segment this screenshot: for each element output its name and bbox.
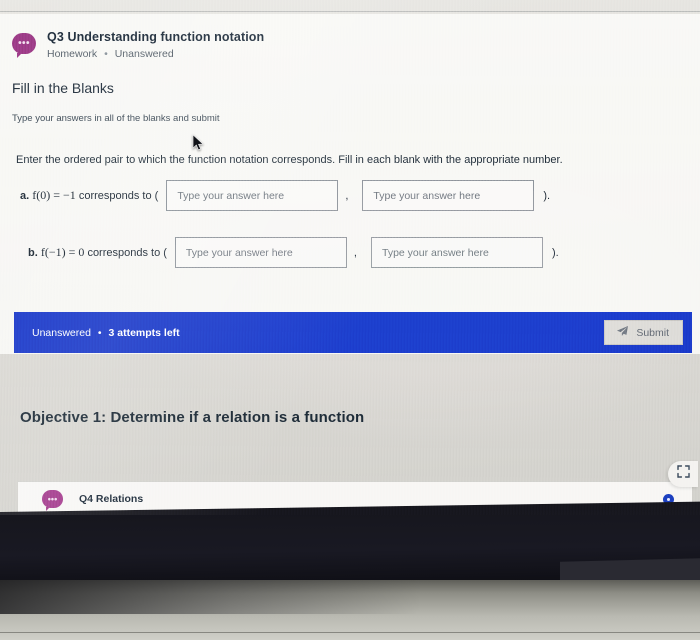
next-question-title: Q4 Relations <box>79 492 144 505</box>
row-b-marker: b. <box>28 247 38 259</box>
mouse-arrow-cursor <box>192 134 205 157</box>
screen-surface: ••• Q3 Understanding function notation H… <box>0 0 700 515</box>
paper-plane-icon <box>616 324 629 342</box>
objective-heading: Objective 1: Determine if a relation is … <box>20 409 365 426</box>
question-type-heading: Fill in the Blanks <box>12 80 114 96</box>
blank-row: b. f(−1) = 0 corresponds to ( , ). <box>28 237 700 268</box>
fullscreen-expand-icon <box>676 465 690 483</box>
row-a-connector: corresponds to ( <box>78 190 159 202</box>
answer-input-a1[interactable] <box>166 180 339 211</box>
answer-input-b2[interactable] <box>370 237 543 268</box>
row-b-connector: corresponds to ( <box>87 247 167 259</box>
submit-label: Submit <box>636 326 669 339</box>
row-a-notation: f(0) = −1 <box>32 188 76 202</box>
question-card: ••• Q3 Understanding function notation H… <box>0 14 700 354</box>
row-b-close: ). <box>551 246 559 259</box>
row-a-label: a. f(0) = −1 corresponds to ( <box>20 188 158 203</box>
row-a-marker: a. <box>20 190 30 202</box>
desk-shadow <box>0 580 420 614</box>
top-divider <box>0 11 700 12</box>
status-text: Unanswered • 3 attempts left <box>32 327 180 339</box>
speech-bubble-ellipsis-icon: ••• <box>42 489 63 511</box>
row-a-close: ). <box>543 189 551 202</box>
row-b-notation: f(−1) = 0 <box>40 245 85 259</box>
row-a-separator: , <box>345 189 349 202</box>
speech-bubble-ellipsis-icon: ••• <box>12 33 36 58</box>
answer-input-b1[interactable] <box>174 237 347 268</box>
desk-seam-line <box>0 632 700 633</box>
meta-separator: • <box>104 48 108 60</box>
status-separator: • <box>97 326 102 339</box>
question-hint: Type your answers in all of the blanks a… <box>12 113 220 124</box>
question-title: Q3 Understanding function notation <box>47 30 265 44</box>
row-b-label: b. f(−1) = 0 corresponds to ( <box>28 245 167 260</box>
meta-status: Unanswered <box>114 48 174 60</box>
meta-category: Homework <box>47 48 98 60</box>
submit-button[interactable]: Submit <box>604 320 683 345</box>
fullscreen-toggle-button[interactable] <box>668 461 698 487</box>
submission-status-bar: Unanswered • 3 attempts left Submit <box>14 312 692 353</box>
status-value: Unanswered <box>32 326 91 339</box>
next-badge-dots: ••• <box>47 493 58 504</box>
badge-dots: ••• <box>18 38 30 49</box>
question-meta: Homework • Unanswered <box>47 48 264 60</box>
attempts-left: 3 attempts left <box>108 326 180 339</box>
answer-input-a2[interactable] <box>362 180 535 211</box>
blank-row: a. f(0) = −1 corresponds to ( , ). <box>20 180 700 211</box>
row-b-separator: , <box>353 246 357 259</box>
question-prompt: Enter the ordered pair to which the func… <box>16 154 563 166</box>
question-header: ••• Q3 Understanding function notation H… <box>0 14 700 60</box>
